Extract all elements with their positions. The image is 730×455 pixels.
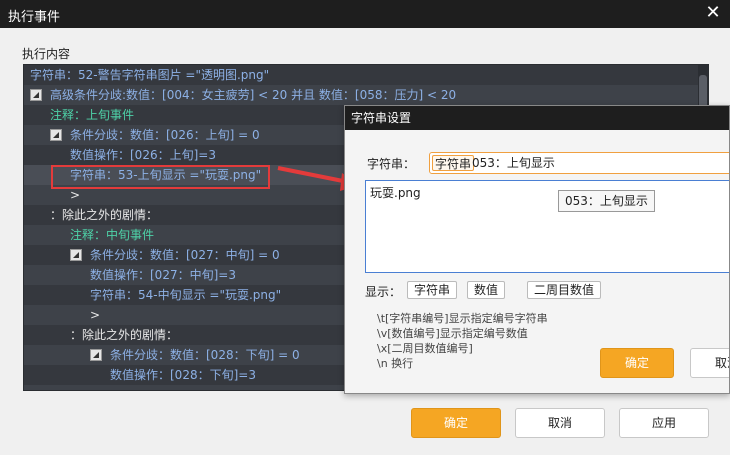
row-text: 高级条件分歧:数值：[004：女主疲劳] < 20 并且 数值：[058：压力]… xyxy=(50,88,457,102)
row-text: 字符串：54-中旬显示 ="玩耍.png" xyxy=(90,288,282,302)
row-text: 注释：上旬事件 xyxy=(50,108,135,122)
dialog-cancel-button[interactable]: 取消 xyxy=(690,348,729,378)
title-bar: 执行事件 ✕ xyxy=(0,0,730,28)
list-item[interactable]: 字符串：52-警告字符串图片 ="透明图.png" xyxy=(24,65,708,85)
row-text: 数值操作：[027：中旬]=3 xyxy=(90,268,236,282)
list-item[interactable]: 高级条件分歧:数值：[004：女主疲劳] < 20 并且 数值：[058：压力]… xyxy=(24,85,708,105)
row-text: 数值操作：[028：下旬]=3 xyxy=(110,368,256,382)
row-text: ：除此之外的剧情： xyxy=(70,328,179,342)
string-select-field[interactable]: 字符串 053：上旬显示 xyxy=(429,152,729,174)
collapse-toggle-icon[interactable] xyxy=(70,249,82,261)
insert-number-chip[interactable]: 数值 xyxy=(467,281,506,299)
help-line: \t[字符串编号]显示指定编号字符串 xyxy=(377,312,548,325)
help-line: \v[数值编号]显示指定编号数值 xyxy=(377,327,528,340)
string-value: 053：上旬显示 xyxy=(472,156,555,170)
row-text: 条件分歧：数值：[026：上旬] = 0 xyxy=(70,128,260,142)
apply-button[interactable]: 应用 xyxy=(619,408,709,438)
row-text: ：除此之外的剧情： xyxy=(50,208,159,222)
insert-second-cycle-number-chip[interactable]: 二周目数值 xyxy=(527,281,602,299)
string-label: 字符串： xyxy=(367,157,416,171)
tooltip: 053：上旬显示 xyxy=(558,190,655,212)
dialog-ok-button[interactable]: 确定 xyxy=(600,348,674,378)
display-label: 显示： xyxy=(365,285,402,299)
ok-button[interactable]: 确定 xyxy=(411,408,501,438)
row-text: > xyxy=(90,308,101,322)
string-type-tag: 字符串 xyxy=(432,155,475,171)
row-text: 注释：中旬事件 xyxy=(70,228,155,242)
section-label: 执行内容 xyxy=(22,47,71,61)
collapse-toggle-icon[interactable] xyxy=(90,349,102,361)
help-line: \x[二周目数值编号] xyxy=(377,342,473,355)
window-title: 执行事件 xyxy=(8,10,61,25)
cancel-button[interactable]: 取消 xyxy=(515,408,605,438)
row-text: 数值操作：[026：上旬]=3 xyxy=(70,148,216,162)
row-text: 条件分歧：数值：[027：中旬] = 0 xyxy=(90,248,280,262)
help-line: \n 换行 xyxy=(377,357,414,370)
row-text: 字符串：53-上旬显示 ="玩耍.png" xyxy=(70,168,262,182)
row-text: 字符串：52-警告字符串图片 ="透明图.png" xyxy=(30,68,270,82)
insert-string-chip[interactable]: 字符串 xyxy=(407,281,458,299)
row-text: 条件分歧：数值：[028：下旬] = 0 xyxy=(110,348,300,362)
text-input[interactable]: 玩耍.png xyxy=(365,180,729,273)
text-input-value: 玩耍.png xyxy=(370,186,421,200)
collapse-toggle-icon[interactable] xyxy=(50,129,62,141)
row-text: > xyxy=(70,188,81,202)
close-icon[interactable]: ✕ xyxy=(702,2,724,24)
string-settings-dialog: 字符串设置 字符串： 字符串 053：上旬显示 玩耍.png 053：上旬显示 … xyxy=(344,105,730,394)
collapse-toggle-icon[interactable] xyxy=(30,89,42,101)
dialog-title: 字符串设置 xyxy=(345,106,729,130)
